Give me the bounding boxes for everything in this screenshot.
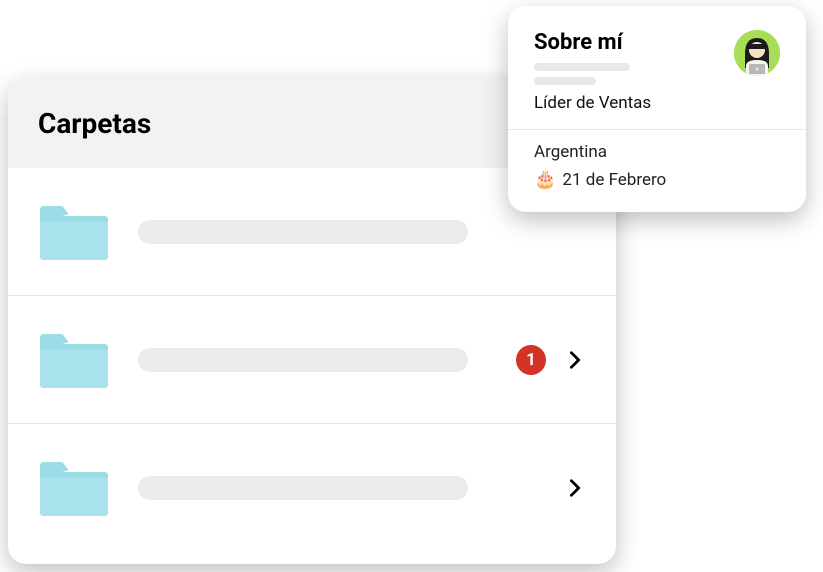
- folder-row[interactable]: [8, 424, 616, 552]
- about-country: Argentina: [534, 142, 780, 162]
- folder-row-actions: 1: [516, 345, 586, 375]
- about-title: Sobre mí: [534, 30, 651, 55]
- avatar[interactable]: [734, 30, 780, 76]
- about-birthday-text: 21 de Febrero: [562, 170, 666, 190]
- about-name-placeholder: [534, 63, 651, 85]
- folder-row[interactable]: 1: [8, 296, 616, 424]
- chevron-right-icon[interactable]: [564, 477, 586, 499]
- folder-label-placeholder: [138, 476, 468, 500]
- about-birthday: 🎂 21 de Febrero: [534, 170, 780, 190]
- folder-icon: [38, 330, 110, 390]
- folder-icon: [38, 458, 110, 518]
- folder-label-placeholder: [138, 348, 468, 372]
- divider: [508, 129, 806, 130]
- about-me-card: Sobre mí Líder de Ventas: [508, 6, 806, 212]
- about-header: Sobre mí Líder de Ventas: [534, 30, 780, 113]
- about-role: Líder de Ventas: [534, 93, 651, 113]
- folders-title: Carpetas: [38, 107, 151, 140]
- folder-label-placeholder: [138, 220, 468, 244]
- cake-icon: 🎂: [534, 171, 556, 189]
- folder-row-actions: [564, 477, 586, 499]
- folder-icon: [38, 202, 110, 262]
- notification-badge: 1: [516, 345, 546, 375]
- about-country-text: Argentina: [534, 142, 607, 162]
- chevron-right-icon[interactable]: [564, 349, 586, 371]
